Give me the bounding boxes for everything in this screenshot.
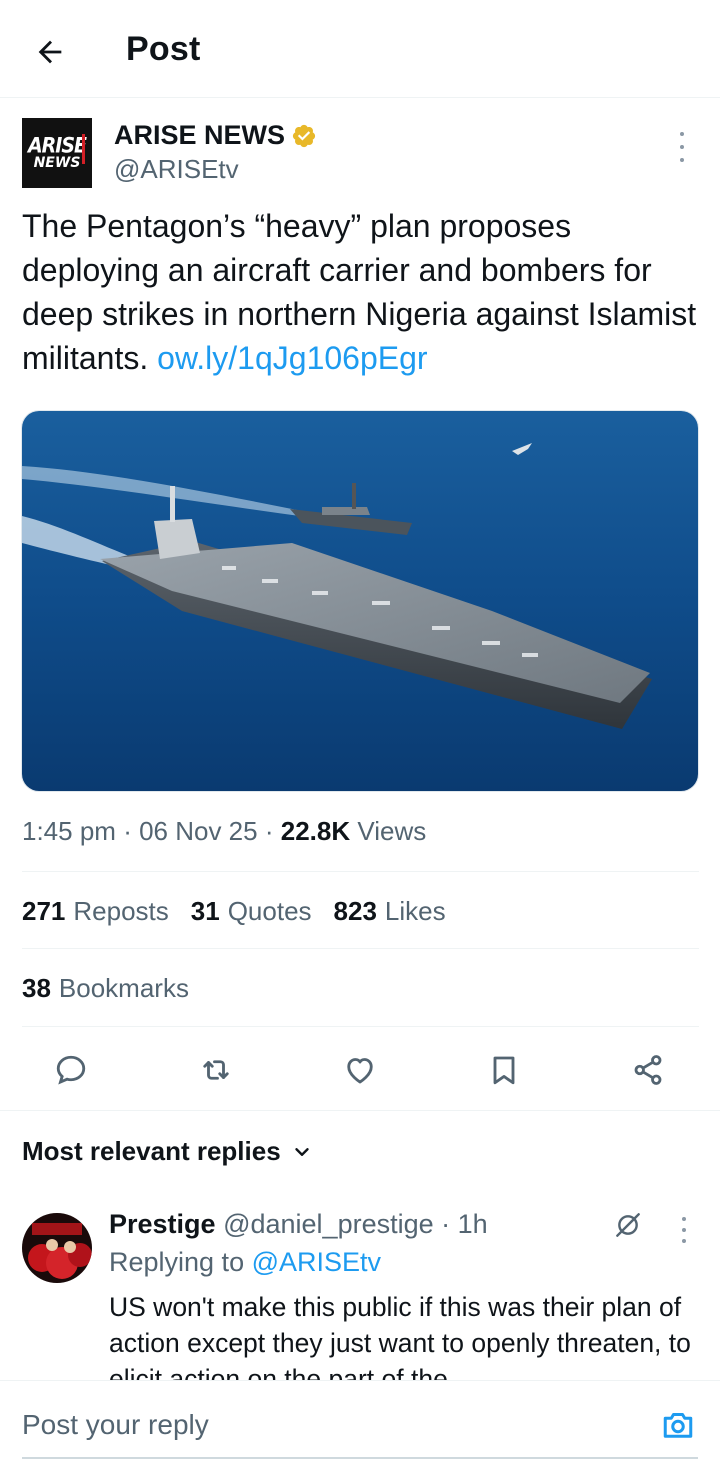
bookmarks-count: 38: [22, 973, 51, 1003]
reply-separator: ·: [441, 1209, 458, 1239]
bookmarks-label: Bookmarks: [58, 973, 189, 1003]
composer-underline: [22, 1457, 698, 1459]
avatar[interactable]: ARISE NEWS: [22, 118, 92, 188]
divider: [22, 871, 699, 872]
more-icon-dot: [682, 1239, 686, 1243]
post-meta: 1:45 pm · 06 Nov 25 · 22.8K Views: [22, 816, 426, 847]
post-body: The Pentagon’s “heavy” plan proposes dep…: [22, 204, 702, 380]
replying-to-handle[interactable]: @ARISEtv: [252, 1247, 381, 1277]
logo-line-1: ARISE: [27, 133, 87, 159]
post-date: 06 Nov 25: [139, 816, 258, 846]
top-bar: Post: [0, 0, 720, 98]
more-icon: [680, 132, 684, 136]
likes-label: Likes: [384, 896, 446, 926]
reposts-stat[interactable]: 271 Reposts: [22, 896, 169, 927]
reply-more-button[interactable]: [672, 1217, 696, 1243]
author-name-text: ARISE NEWS: [114, 120, 286, 150]
meta-separator: ·: [123, 816, 140, 846]
reposts-label: Reposts: [73, 896, 169, 926]
reply-header: Prestige @daniel_prestige · 1h: [109, 1209, 488, 1240]
action-bar: [0, 1042, 720, 1098]
camera-icon: [663, 1413, 693, 1438]
quotes-label: Quotes: [227, 896, 312, 926]
reply-icon: [56, 1055, 86, 1085]
post-author: ARISE NEWS ARISE NEWS @ARISEtv: [22, 118, 698, 198]
post-image[interactable]: [21, 410, 699, 792]
carrier-photo: [22, 411, 698, 791]
more-icon-dot: [682, 1228, 686, 1232]
like-icon: [347, 1058, 373, 1084]
reply-item[interactable]: Prestige @daniel_prestige · 1h Replying …: [0, 1205, 720, 1380]
repost-button[interactable]: [188, 1042, 244, 1098]
avatar[interactable]: [22, 1213, 92, 1283]
meta-separator: ·: [264, 816, 281, 846]
reply-text: US won't make this public if this was th…: [109, 1292, 691, 1380]
grok-button[interactable]: [612, 1209, 644, 1241]
more-icon: [682, 1217, 686, 1221]
reply-avatar-image: [22, 1213, 92, 1283]
divider: [22, 948, 699, 949]
repost-icon: [203, 1060, 229, 1080]
more-options-button[interactable]: [670, 132, 694, 162]
replies-sort-dropdown[interactable]: Most relevant replies: [22, 1136, 313, 1167]
divider: [22, 1026, 699, 1027]
reply-time: 1h: [457, 1209, 488, 1239]
bookmark-icon: [493, 1056, 515, 1085]
reply-author-handle[interactable]: @daniel_prestige: [223, 1209, 434, 1239]
more-icon-dot: [680, 145, 684, 149]
replying-to-prefix: Replying to: [109, 1247, 245, 1277]
like-button[interactable]: [332, 1042, 388, 1098]
share-icon: [634, 1055, 662, 1085]
bookmarks-stat[interactable]: 38 Bookmarks: [22, 973, 189, 1004]
author-handle[interactable]: @ARISEtv: [114, 154, 239, 185]
reply-author-name[interactable]: Prestige: [109, 1209, 216, 1239]
post-time: 1:45 pm: [22, 816, 116, 846]
grok-icon: [616, 1213, 640, 1237]
engagement-stats: 271 Reposts 31 Quotes 823 Likes: [22, 896, 446, 927]
section-divider: [0, 1110, 720, 1111]
logo-accent-bar: [82, 134, 85, 164]
more-icon-dot: [680, 158, 684, 162]
post-link[interactable]: ow.ly/1qJg106pEgr: [157, 340, 427, 376]
bookmark-button[interactable]: [476, 1042, 532, 1098]
gold-verified-icon: [292, 124, 316, 147]
reply-composer: Post your reply: [0, 1380, 720, 1467]
likes-stat[interactable]: 823 Likes: [334, 896, 446, 927]
back-button[interactable]: [24, 26, 76, 78]
reply-input[interactable]: Post your reply: [22, 1409, 209, 1441]
camera-button[interactable]: [658, 1405, 698, 1445]
author-name[interactable]: ARISE NEWS: [114, 120, 317, 151]
arrow-left-icon: [38, 40, 62, 64]
reposts-count: 271: [22, 896, 66, 926]
likes-count: 823: [333, 896, 377, 926]
quotes-stat[interactable]: 31 Quotes: [191, 896, 312, 927]
chevron-down-icon: [294, 1147, 309, 1156]
reply-button[interactable]: [43, 1042, 99, 1098]
quotes-count: 31: [190, 896, 220, 926]
views-count: 22.8K: [280, 816, 351, 846]
page-title: Post: [126, 30, 201, 68]
views-label: Views: [357, 816, 427, 846]
replies-sort-label: Most relevant replies: [22, 1136, 281, 1166]
replying-to: Replying to @ARISEtv: [109, 1247, 381, 1278]
share-button[interactable]: [620, 1042, 676, 1098]
